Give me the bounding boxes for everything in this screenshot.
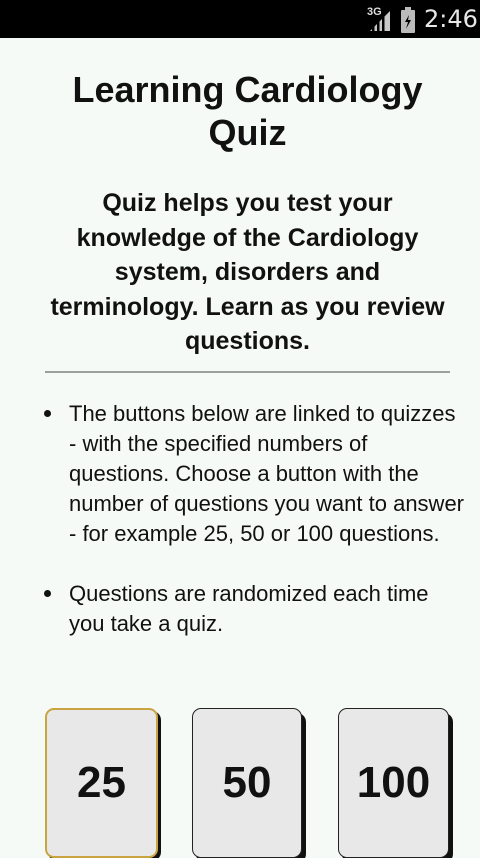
instructions-list: The buttons below are linked to quizzes … [44,399,465,669]
quiz-50-button-label: 50 [222,758,272,807]
list-item: Questions are randomized each time you t… [44,579,464,639]
status-bar: 3G 2:46 [0,0,480,38]
main-content: Learning Cardiology Quiz Quiz helps you … [0,38,480,858]
quiz-100-button[interactable]: 100 [338,708,449,858]
list-item-text: Questions are randomized each time you t… [69,581,429,636]
quiz-100-button-label: 100 [356,758,431,807]
list-item-text: The buttons below are linked to quizzes … [69,401,465,546]
signal-icon [370,11,390,31]
battery-icon [401,7,415,33]
intro-text: Quiz helps you test your knowledge of th… [50,189,445,355]
quiz-25-button[interactable]: 25 [45,708,158,858]
quiz-50-button[interactable]: 50 [192,708,302,858]
clock: 2:46 [424,5,478,33]
divider [45,371,450,373]
page-title: Learning Cardiology Quiz [72,69,423,153]
quiz-25-button-label: 25 [77,758,126,807]
bullet-icon [44,410,51,417]
bullet-icon [44,590,51,597]
list-item: The buttons below are linked to quizzes … [44,399,465,549]
